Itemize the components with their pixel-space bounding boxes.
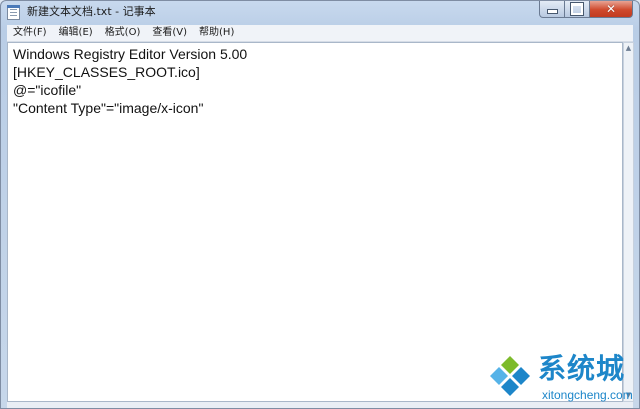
maximize-button[interactable] bbox=[565, 1, 590, 18]
editor-line: @="icofile" bbox=[13, 82, 82, 98]
editor-line: "Content Type"="image/x-icon" bbox=[13, 100, 204, 116]
minimize-button[interactable] bbox=[539, 1, 565, 18]
close-button[interactable]: ✕ bbox=[590, 1, 633, 18]
notepad-icon[interactable] bbox=[7, 5, 20, 20]
close-icon: ✕ bbox=[605, 2, 617, 16]
menu-bar: 文件(F) 编辑(E) 格式(O) 查看(V) 帮助(H) bbox=[7, 25, 633, 42]
menu-edit[interactable]: 编辑(E) bbox=[53, 25, 99, 41]
maximize-icon bbox=[570, 2, 584, 16]
text-editor[interactable]: Windows Registry Editor Version 5.00 [HKE… bbox=[7, 42, 623, 402]
editor-content[interactable]: Windows Registry Editor Version 5.00 [HKE… bbox=[13, 45, 247, 117]
editor-line: Windows Registry Editor Version 5.00 bbox=[13, 46, 248, 62]
menu-file[interactable]: 文件(F) bbox=[7, 25, 53, 41]
watermark-brand: 系统城 bbox=[538, 352, 626, 385]
title-bar[interactable]: 新建文本文档.txt - 记事本 ✕ bbox=[1, 1, 639, 25]
menu-format[interactable]: 格式(O) bbox=[99, 25, 147, 41]
window-title: 新建文本文档.txt - 记事本 bbox=[27, 5, 156, 18]
watermark-logo: 系统城 xitongcheng.com bbox=[486, 352, 636, 408]
window-controls: ✕ bbox=[539, 1, 633, 19]
watermark-url: xitongcheng.com bbox=[542, 388, 633, 402]
notepad-window: 新建文本文档.txt - 记事本 ✕ 文件(F) 编辑(E) 格式(O) 查看(… bbox=[0, 0, 640, 409]
minimize-icon bbox=[546, 9, 558, 14]
editor-line: [HKEY_CLASSES_ROOT.ico] bbox=[13, 64, 200, 80]
logo-diamond-icon bbox=[490, 356, 530, 396]
menu-help[interactable]: 帮助(H) bbox=[193, 25, 240, 41]
vertical-scrollbar[interactable]: ▲ ▼ bbox=[623, 42, 634, 402]
menu-view[interactable]: 查看(V) bbox=[146, 25, 193, 41]
scroll-up-arrow-icon[interactable]: ▲ bbox=[624, 43, 633, 54]
